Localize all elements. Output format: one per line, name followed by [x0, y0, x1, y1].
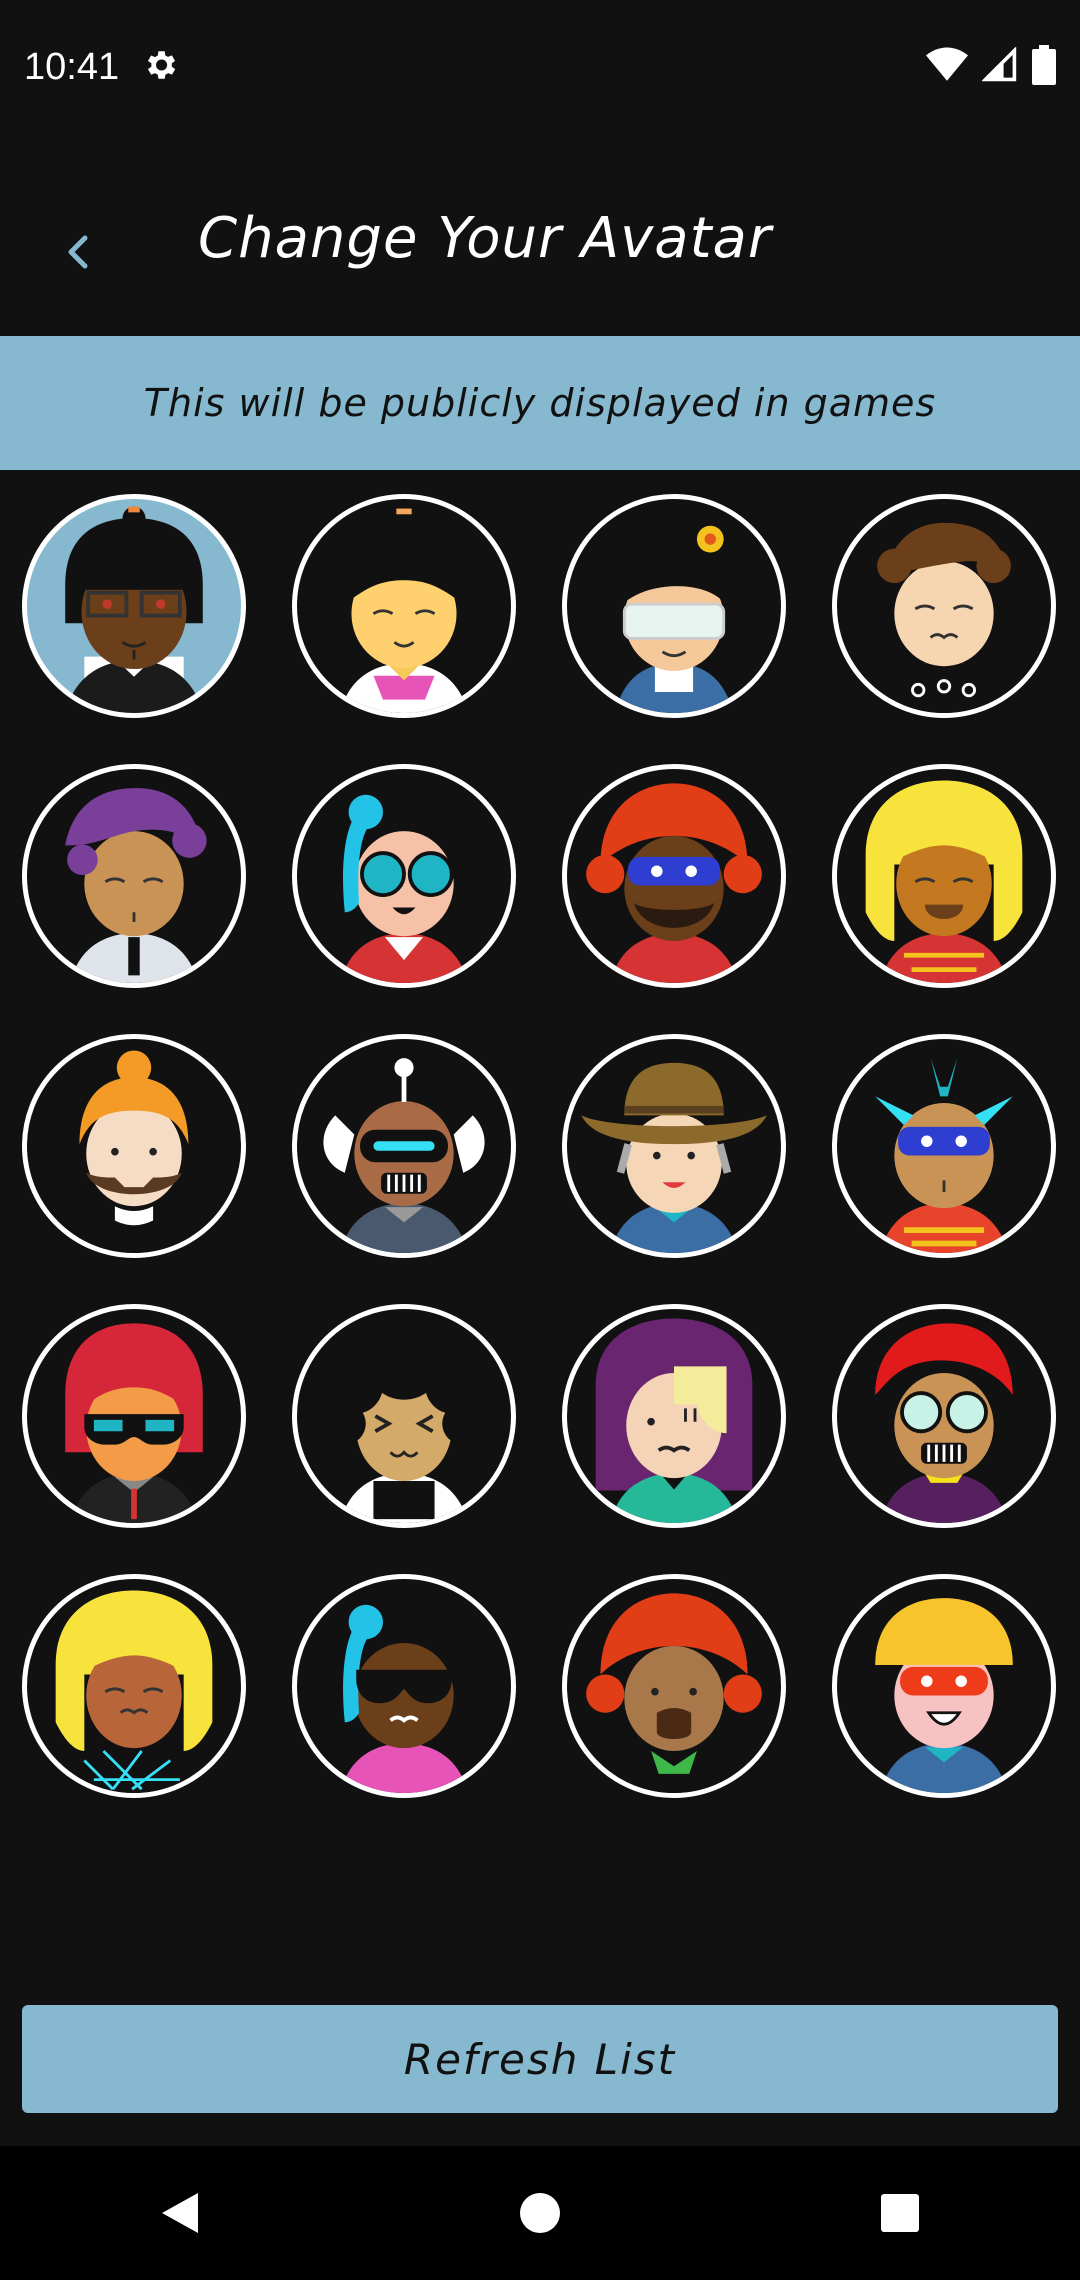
battery-icon: [1032, 45, 1056, 89]
nav-home-button[interactable]: [500, 2173, 580, 2253]
nav-recents-button[interactable]: [860, 2173, 940, 2253]
avatar-20[interactable]: [832, 1574, 1056, 1798]
status-bar: 10:41: [0, 0, 1080, 134]
avatar-8[interactable]: [832, 764, 1056, 988]
avatar-1[interactable]: [22, 494, 246, 718]
signal-icon: [981, 46, 1018, 87]
home-circle-icon: [520, 2193, 560, 2233]
info-banner: This will be publicly displayed in games: [0, 336, 1080, 470]
status-right: [926, 45, 1056, 89]
status-left: 10:41: [24, 46, 179, 89]
avatar-4[interactable]: [832, 494, 1056, 718]
avatar-3[interactable]: [562, 494, 786, 718]
avatar-5[interactable]: [22, 764, 246, 988]
avatar-7[interactable]: [562, 764, 786, 988]
avatar-14[interactable]: [292, 1304, 516, 1528]
back-triangle-icon: [162, 2193, 198, 2233]
avatar-11[interactable]: [562, 1034, 786, 1258]
avatar-15[interactable]: [562, 1304, 786, 1528]
avatar-17[interactable]: [22, 1574, 246, 1798]
avatar-13[interactable]: [22, 1304, 246, 1528]
avatar-18[interactable]: [292, 1574, 516, 1798]
avatar-12[interactable]: [832, 1034, 1056, 1258]
chevron-left-icon: [68, 235, 88, 269]
status-time: 10:41: [24, 45, 120, 88]
gear-icon: [141, 46, 179, 88]
recents-square-icon: [881, 2194, 919, 2232]
avatar-grid: [22, 494, 1058, 1798]
back-button[interactable]: [48, 222, 108, 282]
avatar-16[interactable]: [832, 1304, 1056, 1528]
avatar-9[interactable]: [22, 1034, 246, 1258]
wifi-icon: [926, 47, 968, 87]
system-nav-bar: [0, 2146, 1080, 2280]
avatar-2[interactable]: [292, 494, 516, 718]
nav-back-button[interactable]: [140, 2173, 220, 2253]
avatar-6[interactable]: [292, 764, 516, 988]
refresh-list-label: Refresh List: [403, 2034, 677, 2084]
refresh-list-button[interactable]: Refresh List: [22, 2005, 1058, 2113]
app-header: Change Your Avatar: [0, 134, 1080, 336]
banner-text: This will be publicly displayed in games: [143, 381, 937, 425]
avatar-10[interactable]: [292, 1034, 516, 1258]
page-title: Change Your Avatar: [198, 206, 772, 271]
avatar-19[interactable]: [562, 1574, 786, 1798]
